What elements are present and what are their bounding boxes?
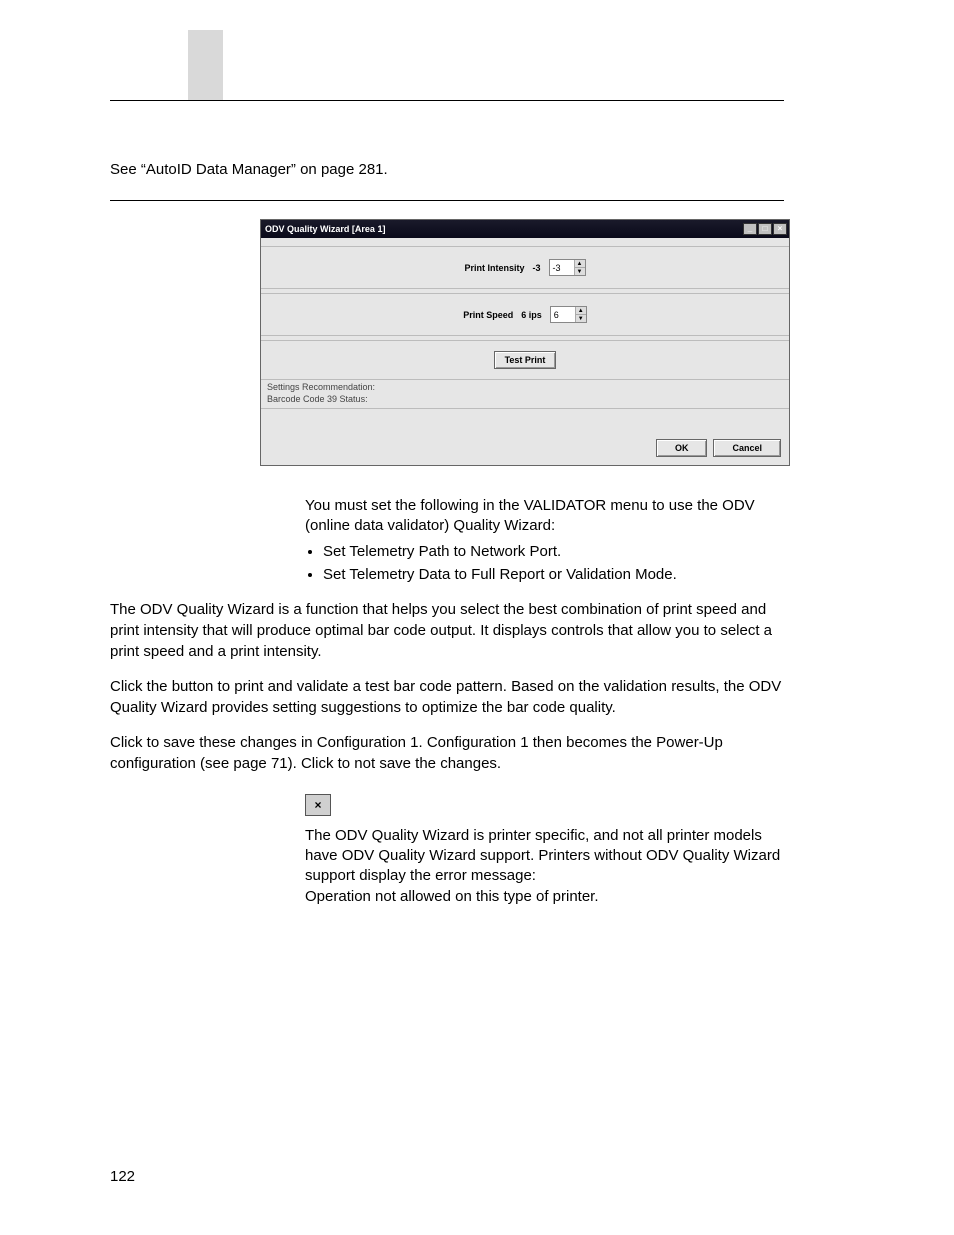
note-bullet-1: Set Telemetry Path to Network Port. xyxy=(323,542,784,562)
odv-dialog-screenshot: ODV Quality Wizard [Area 1] _ □ × Print … xyxy=(260,219,790,466)
chapter-tab xyxy=(188,30,223,100)
section-rule xyxy=(110,200,784,201)
note-block-1: You must set the following in the VALIDA… xyxy=(305,496,784,585)
header-rule xyxy=(110,100,784,101)
note-lead-text: You must set the following in the VALIDA… xyxy=(305,496,784,537)
body-paragraph-2: Click the button to print and validate a… xyxy=(110,676,784,718)
maximize-icon[interactable]: □ xyxy=(758,223,772,235)
spinner-down-icon[interactable]: ▼ xyxy=(575,268,585,275)
body-paragraph-3: Click to save these changes in Configura… xyxy=(110,732,784,774)
test-print-button[interactable]: Test Print xyxy=(494,351,557,369)
barcode-status-label: Barcode Code 39 Status: xyxy=(267,394,783,406)
dialog-titlebar: ODV Quality Wizard [Area 1] _ □ × xyxy=(261,220,789,238)
spinner-down-icon[interactable]: ▼ xyxy=(576,315,586,322)
close-icon[interactable]: × xyxy=(773,223,787,235)
note-close-icon: × xyxy=(305,794,331,816)
cross-reference-text: See “AutoID Data Manager” on page 281. xyxy=(110,160,784,180)
note2-line2: Operation not allowed on this type of pr… xyxy=(305,887,784,907)
page-number: 122 xyxy=(110,1168,135,1185)
print-speed-value: 6 ips xyxy=(521,309,542,321)
settings-recommendation-label: Settings Recommendation: xyxy=(267,382,783,394)
dialog-title: ODV Quality Wizard [Area 1] xyxy=(265,223,385,235)
note-block-2: × The ODV Quality Wizard is printer spec… xyxy=(305,794,784,907)
spinner-up-icon[interactable]: ▲ xyxy=(576,307,586,315)
note2-line1: The ODV Quality Wizard is printer specif… xyxy=(305,826,784,887)
cancel-button[interactable]: Cancel xyxy=(713,439,781,457)
note-bullet-2: Set Telemetry Data to Full Report or Val… xyxy=(323,565,784,585)
print-intensity-label: Print Intensity xyxy=(464,262,524,274)
print-intensity-input[interactable]: -3 xyxy=(550,260,574,275)
body-paragraph-1: The ODV Quality Wizard is a function tha… xyxy=(110,599,784,662)
spinner-up-icon[interactable]: ▲ xyxy=(575,260,585,268)
print-speed-label: Print Speed xyxy=(463,309,513,321)
print-speed-input[interactable]: 6 xyxy=(551,307,575,322)
ok-button[interactable]: OK xyxy=(656,439,708,457)
print-intensity-value: -3 xyxy=(533,262,541,274)
print-speed-spinner[interactable]: 6 ▲ ▼ xyxy=(550,306,587,323)
minimize-icon[interactable]: _ xyxy=(743,223,757,235)
print-intensity-spinner[interactable]: -3 ▲ ▼ xyxy=(549,259,586,276)
